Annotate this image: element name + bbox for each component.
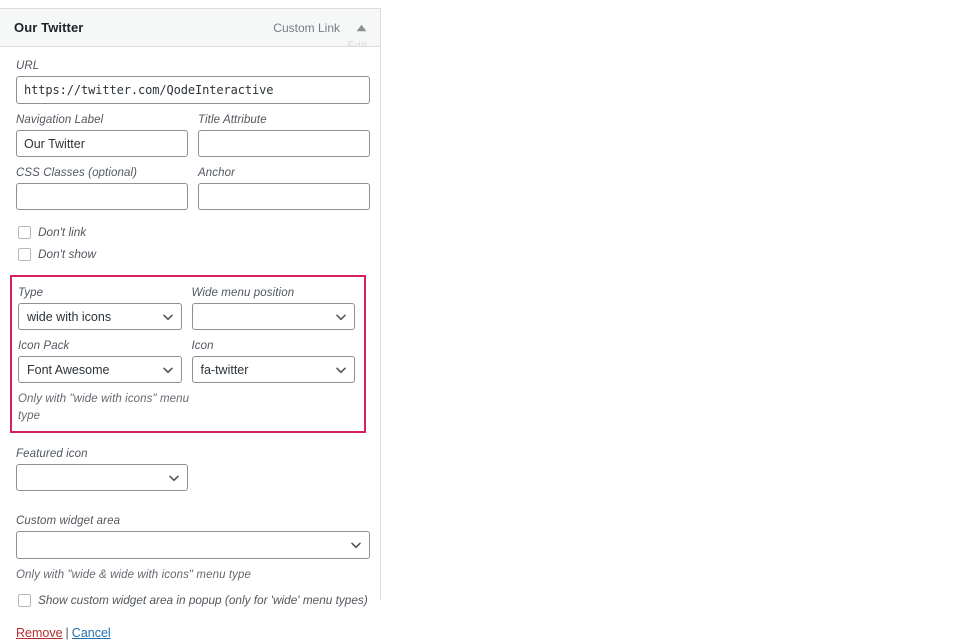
wide-menu-position-select[interactable]: [191, 303, 355, 330]
type-label: Type: [18, 287, 44, 299]
icon-value: fa-twitter: [200, 362, 249, 377]
field-type: Type wide with icons: [18, 285, 182, 330]
icon-pack-select[interactable]: Font Awesome: [18, 356, 182, 383]
menu-item-type-label: Custom Link: [273, 20, 340, 35]
title-attribute-label: Title Attribute: [198, 114, 267, 126]
title-attribute-input[interactable]: [198, 130, 370, 157]
field-icon-pack: Icon Pack Font Awesome: [18, 338, 182, 383]
field-custom-widget-area: Custom widget area: [16, 513, 370, 559]
field-icon: Icon fa-twitter: [191, 338, 355, 383]
anchor-label: Anchor: [198, 167, 236, 179]
chevron-down-icon: [168, 472, 180, 484]
dont-link-checkbox[interactable]: [18, 226, 31, 239]
featured-icon-label: Featured icon: [16, 448, 88, 460]
chevron-down-icon: [350, 539, 362, 551]
screen: Our Twitter Custom Link Edit URL https:/…: [0, 0, 969, 640]
dont-link-label: Don't link: [38, 225, 87, 239]
edit-link-ghost: Edit: [347, 40, 367, 47]
remove-link[interactable]: Remove: [16, 626, 63, 640]
chevron-down-icon: [335, 311, 347, 323]
navigation-label-label: Navigation Label: [16, 114, 104, 126]
row-css-anchor: CSS Classes (optional) Anchor: [16, 165, 370, 218]
cancel-link[interactable]: Cancel: [72, 626, 111, 640]
custom-widget-area-help-text: Only with "wide & wide with icons" menu …: [16, 569, 251, 581]
icon-select[interactable]: fa-twitter: [191, 356, 355, 383]
field-navigation-label: Navigation Label: [16, 112, 188, 157]
dont-show-label: Don't show: [38, 247, 96, 261]
field-css-classes: CSS Classes (optional): [16, 165, 188, 210]
icon-pack-help-text: Only with "wide with icons" menu type: [18, 393, 190, 422]
menu-item-title: Our Twitter: [14, 20, 84, 35]
url-label: URL: [16, 60, 40, 72]
field-featured-icon-spacer: [198, 446, 370, 491]
chevron-down-icon: [162, 311, 174, 323]
menu-item-settings: URL Navigation Label Title Attribute CSS…: [0, 47, 380, 642]
field-title-attribute: Title Attribute: [198, 112, 370, 157]
menu-item-header-bar[interactable]: Our Twitter Custom Link: [0, 9, 380, 47]
type-select-value: wide with icons: [27, 309, 112, 324]
row-type-position: Type wide with icons Wide menu position: [18, 285, 355, 338]
checkbox-row-dont-show[interactable]: Don't show: [18, 247, 370, 262]
field-url: URL: [16, 58, 370, 104]
icon-label: Icon: [191, 340, 214, 352]
field-wide-menu-position: Wide menu position: [191, 285, 355, 330]
checkbox-row-dont-link[interactable]: Don't link: [18, 225, 370, 240]
highlighted-settings-group: Type wide with icons Wide menu position: [10, 275, 366, 433]
css-classes-label: CSS Classes (optional): [16, 167, 138, 179]
row-iconpack-icon: Icon Pack Font Awesome Icon fa-twitter: [18, 338, 355, 391]
chevron-down-icon: [162, 364, 174, 376]
anchor-input[interactable]: [198, 183, 370, 210]
custom-widget-area-select[interactable]: [16, 531, 370, 559]
chevron-down-icon: [335, 364, 347, 376]
navigation-label-input[interactable]: [16, 130, 188, 157]
dont-show-checkbox[interactable]: [18, 248, 31, 261]
wide-menu-position-label: Wide menu position: [191, 287, 295, 299]
menu-item-header-right: Custom Link: [273, 21, 368, 35]
css-classes-input[interactable]: [16, 183, 188, 210]
menu-item-actions: Remove | Cancel: [16, 624, 370, 642]
icon-pack-value: Font Awesome: [27, 362, 110, 377]
icon-pack-label: Icon Pack: [18, 340, 70, 352]
menu-item-panel: Our Twitter Custom Link Edit URL https:/…: [0, 8, 381, 640]
chevron-up-icon[interactable]: [354, 21, 368, 35]
show-widget-popup-label: Show custom widget area in popup (only f…: [38, 593, 368, 607]
featured-icon-select[interactable]: [16, 464, 188, 491]
field-anchor: Anchor: [198, 165, 370, 210]
field-featured-icon: Featured icon: [16, 446, 188, 491]
type-select[interactable]: wide with icons: [18, 303, 182, 330]
row-featured-icon: Featured icon: [16, 446, 370, 499]
custom-widget-area-label: Custom widget area: [16, 515, 121, 527]
checkbox-row-show-widget-popup[interactable]: Show custom widget area in popup (only f…: [18, 593, 370, 608]
row-nav-title: Navigation Label Title Attribute: [16, 112, 370, 165]
show-widget-popup-checkbox[interactable]: [18, 594, 31, 607]
url-input[interactable]: [16, 76, 370, 104]
action-separator: |: [65, 626, 69, 640]
